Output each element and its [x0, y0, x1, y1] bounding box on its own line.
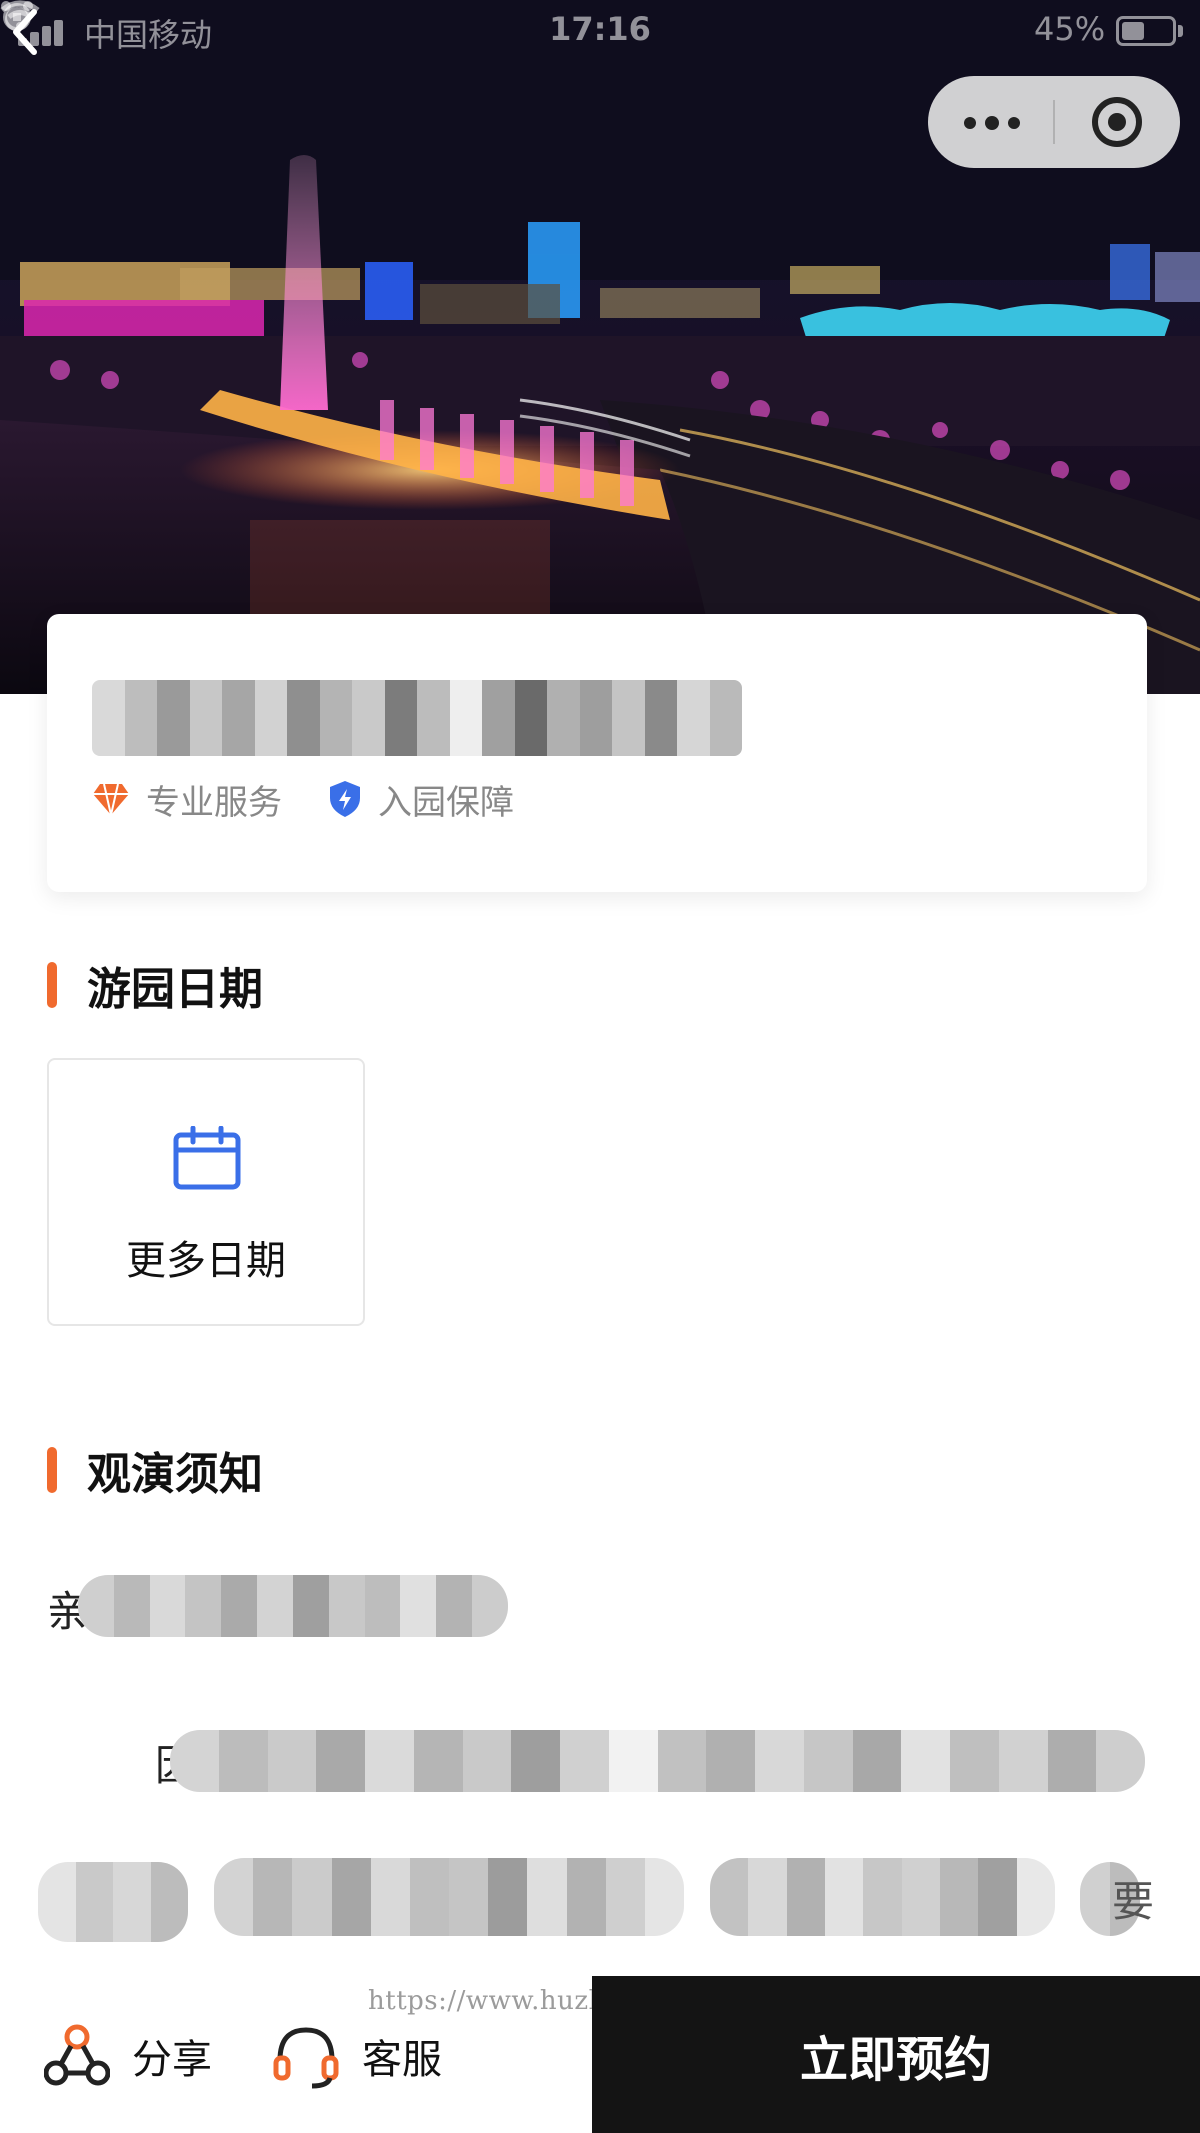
- section-title: 观演须知: [87, 1449, 263, 1500]
- service-label: 客服: [362, 2037, 442, 2083]
- tag-professional-service: 专业服务: [92, 775, 282, 824]
- share-icon: [44, 2024, 110, 2086]
- more-dates-button[interactable]: 更多日期: [47, 1058, 365, 1326]
- notice-text-redacted: [170, 1730, 1145, 1792]
- tag-entry-guarantee: 入园保障: [328, 775, 514, 824]
- share-label: 分享: [132, 2037, 212, 2083]
- service-tags: 专业服务 入园保障: [92, 774, 560, 824]
- notice-text-redacted: [78, 1575, 508, 1637]
- tag-label: 入园保障: [378, 782, 514, 823]
- section-accent-bar: [47, 962, 57, 1008]
- battery-percent: 45%: [1034, 10, 1106, 48]
- notice-heading: 观演须知: [47, 1438, 263, 1502]
- customer-service-button[interactable]: 客服: [272, 2016, 442, 2096]
- battery-cap: [1178, 25, 1183, 37]
- status-bar: 中国移动 17:16 45%: [0, 0, 1200, 60]
- more-dot: [964, 117, 976, 129]
- shield-icon: [330, 781, 360, 817]
- mini-program-capsule: [928, 76, 1180, 168]
- clock: 17:16: [549, 10, 651, 48]
- product-title-card: 专业服务 入园保障: [47, 614, 1147, 892]
- section-title: 游园日期: [87, 964, 263, 1015]
- notice-text-redacted: [214, 1858, 684, 1936]
- battery-icon: [1116, 16, 1176, 46]
- hero-image: 中国移动 17:16 45%: [0, 0, 1200, 694]
- notice-text-redacted: [38, 1862, 188, 1942]
- tag-label: 专业服务: [146, 782, 282, 823]
- back-arrow-icon[interactable]: [0, 0, 52, 64]
- section-accent-bar: [47, 1447, 57, 1493]
- more-options-button[interactable]: [928, 76, 1054, 168]
- more-dates-label: 更多日期: [126, 1238, 286, 1284]
- share-button[interactable]: 分享: [44, 2016, 212, 2096]
- notice-text-redacted: [710, 1858, 1055, 1936]
- notice-text-fragment: 要: [1112, 1877, 1155, 1926]
- target-dot: [1108, 113, 1126, 131]
- more-dot: [1008, 117, 1020, 129]
- diamond-icon: [93, 783, 129, 816]
- product-title-redacted: [92, 680, 742, 756]
- close-mini-program-button[interactable]: [1054, 76, 1180, 168]
- more-dot: [985, 116, 999, 130]
- visit-date-heading: 游园日期: [47, 953, 263, 1017]
- book-now-button[interactable]: 立即预约: [592, 1976, 1200, 2133]
- calendar-icon: [173, 1126, 241, 1190]
- headset-icon: [273, 2027, 339, 2089]
